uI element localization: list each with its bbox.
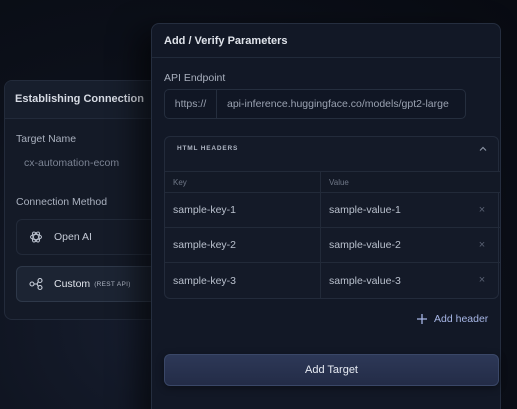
panel-title: Establishing Connection: [5, 81, 163, 119]
close-icon[interactable]: ×: [477, 275, 487, 286]
add-header-button[interactable]: Add header: [416, 311, 488, 327]
method-label: Open AI: [54, 231, 92, 243]
panel-title: Add / Verify Parameters: [152, 24, 500, 58]
webhook-icon: [27, 275, 45, 293]
method-option-custom[interactable]: Custom (REST API): [16, 266, 163, 302]
verify-parameters-panel: Add / Verify Parameters API Endpoint htt…: [151, 23, 501, 409]
table-row: sample-key-2 sample-value-2 ×: [165, 228, 500, 263]
method-label: Custom: [54, 278, 91, 290]
method-sublabel: (REST API): [94, 280, 131, 288]
target-name-label: Target Name: [16, 133, 77, 145]
table-row: sample-key-1 sample-value-1 ×: [165, 193, 500, 228]
header-value-input[interactable]: sample-value-1: [321, 193, 500, 227]
target-name-value[interactable]: cx-automation-ecom: [24, 157, 119, 169]
add-header-label: Add header: [434, 313, 489, 325]
header-value-input[interactable]: sample-value-3: [321, 263, 500, 298]
add-target-button[interactable]: Add Target: [164, 354, 499, 386]
connection-method-label: Connection Method: [16, 196, 108, 208]
column-header-key: Key: [165, 172, 321, 192]
table-header-row: Key Value: [165, 171, 500, 193]
api-endpoint-label: API Endpoint: [164, 72, 226, 84]
header-key-input[interactable]: sample-key-3: [165, 263, 321, 298]
openai-icon: [27, 228, 45, 246]
table-row: sample-key-3 sample-value-3 ×: [165, 263, 500, 298]
close-icon[interactable]: ×: [477, 205, 487, 216]
endpoint-url-input[interactable]: api-inference.huggingface.co/models/gpt2…: [217, 98, 449, 110]
header-key-input[interactable]: sample-key-2: [165, 228, 321, 262]
establishing-connection-panel: Establishing Connection Target Name cx-a…: [4, 80, 164, 320]
header-value-input[interactable]: sample-value-2: [321, 228, 500, 262]
headers-section-title: HTML HEADERS: [177, 145, 239, 152]
plus-icon: [416, 313, 428, 325]
api-endpoint-field[interactable]: https:// api-inference.huggingface.co/mo…: [164, 89, 466, 119]
headers-section: HTML HEADERS Key Value sample-key-1 samp…: [164, 136, 500, 299]
close-icon[interactable]: ×: [477, 240, 487, 251]
chevron-up-icon[interactable]: [477, 142, 489, 154]
method-option-openai[interactable]: Open AI: [16, 219, 163, 255]
headers-table: Key Value sample-key-1 sample-value-1 × …: [165, 171, 500, 298]
header-key-input[interactable]: sample-key-1: [165, 193, 321, 227]
column-header-value: Value: [329, 177, 349, 187]
protocol-prefix: https://: [165, 90, 217, 118]
